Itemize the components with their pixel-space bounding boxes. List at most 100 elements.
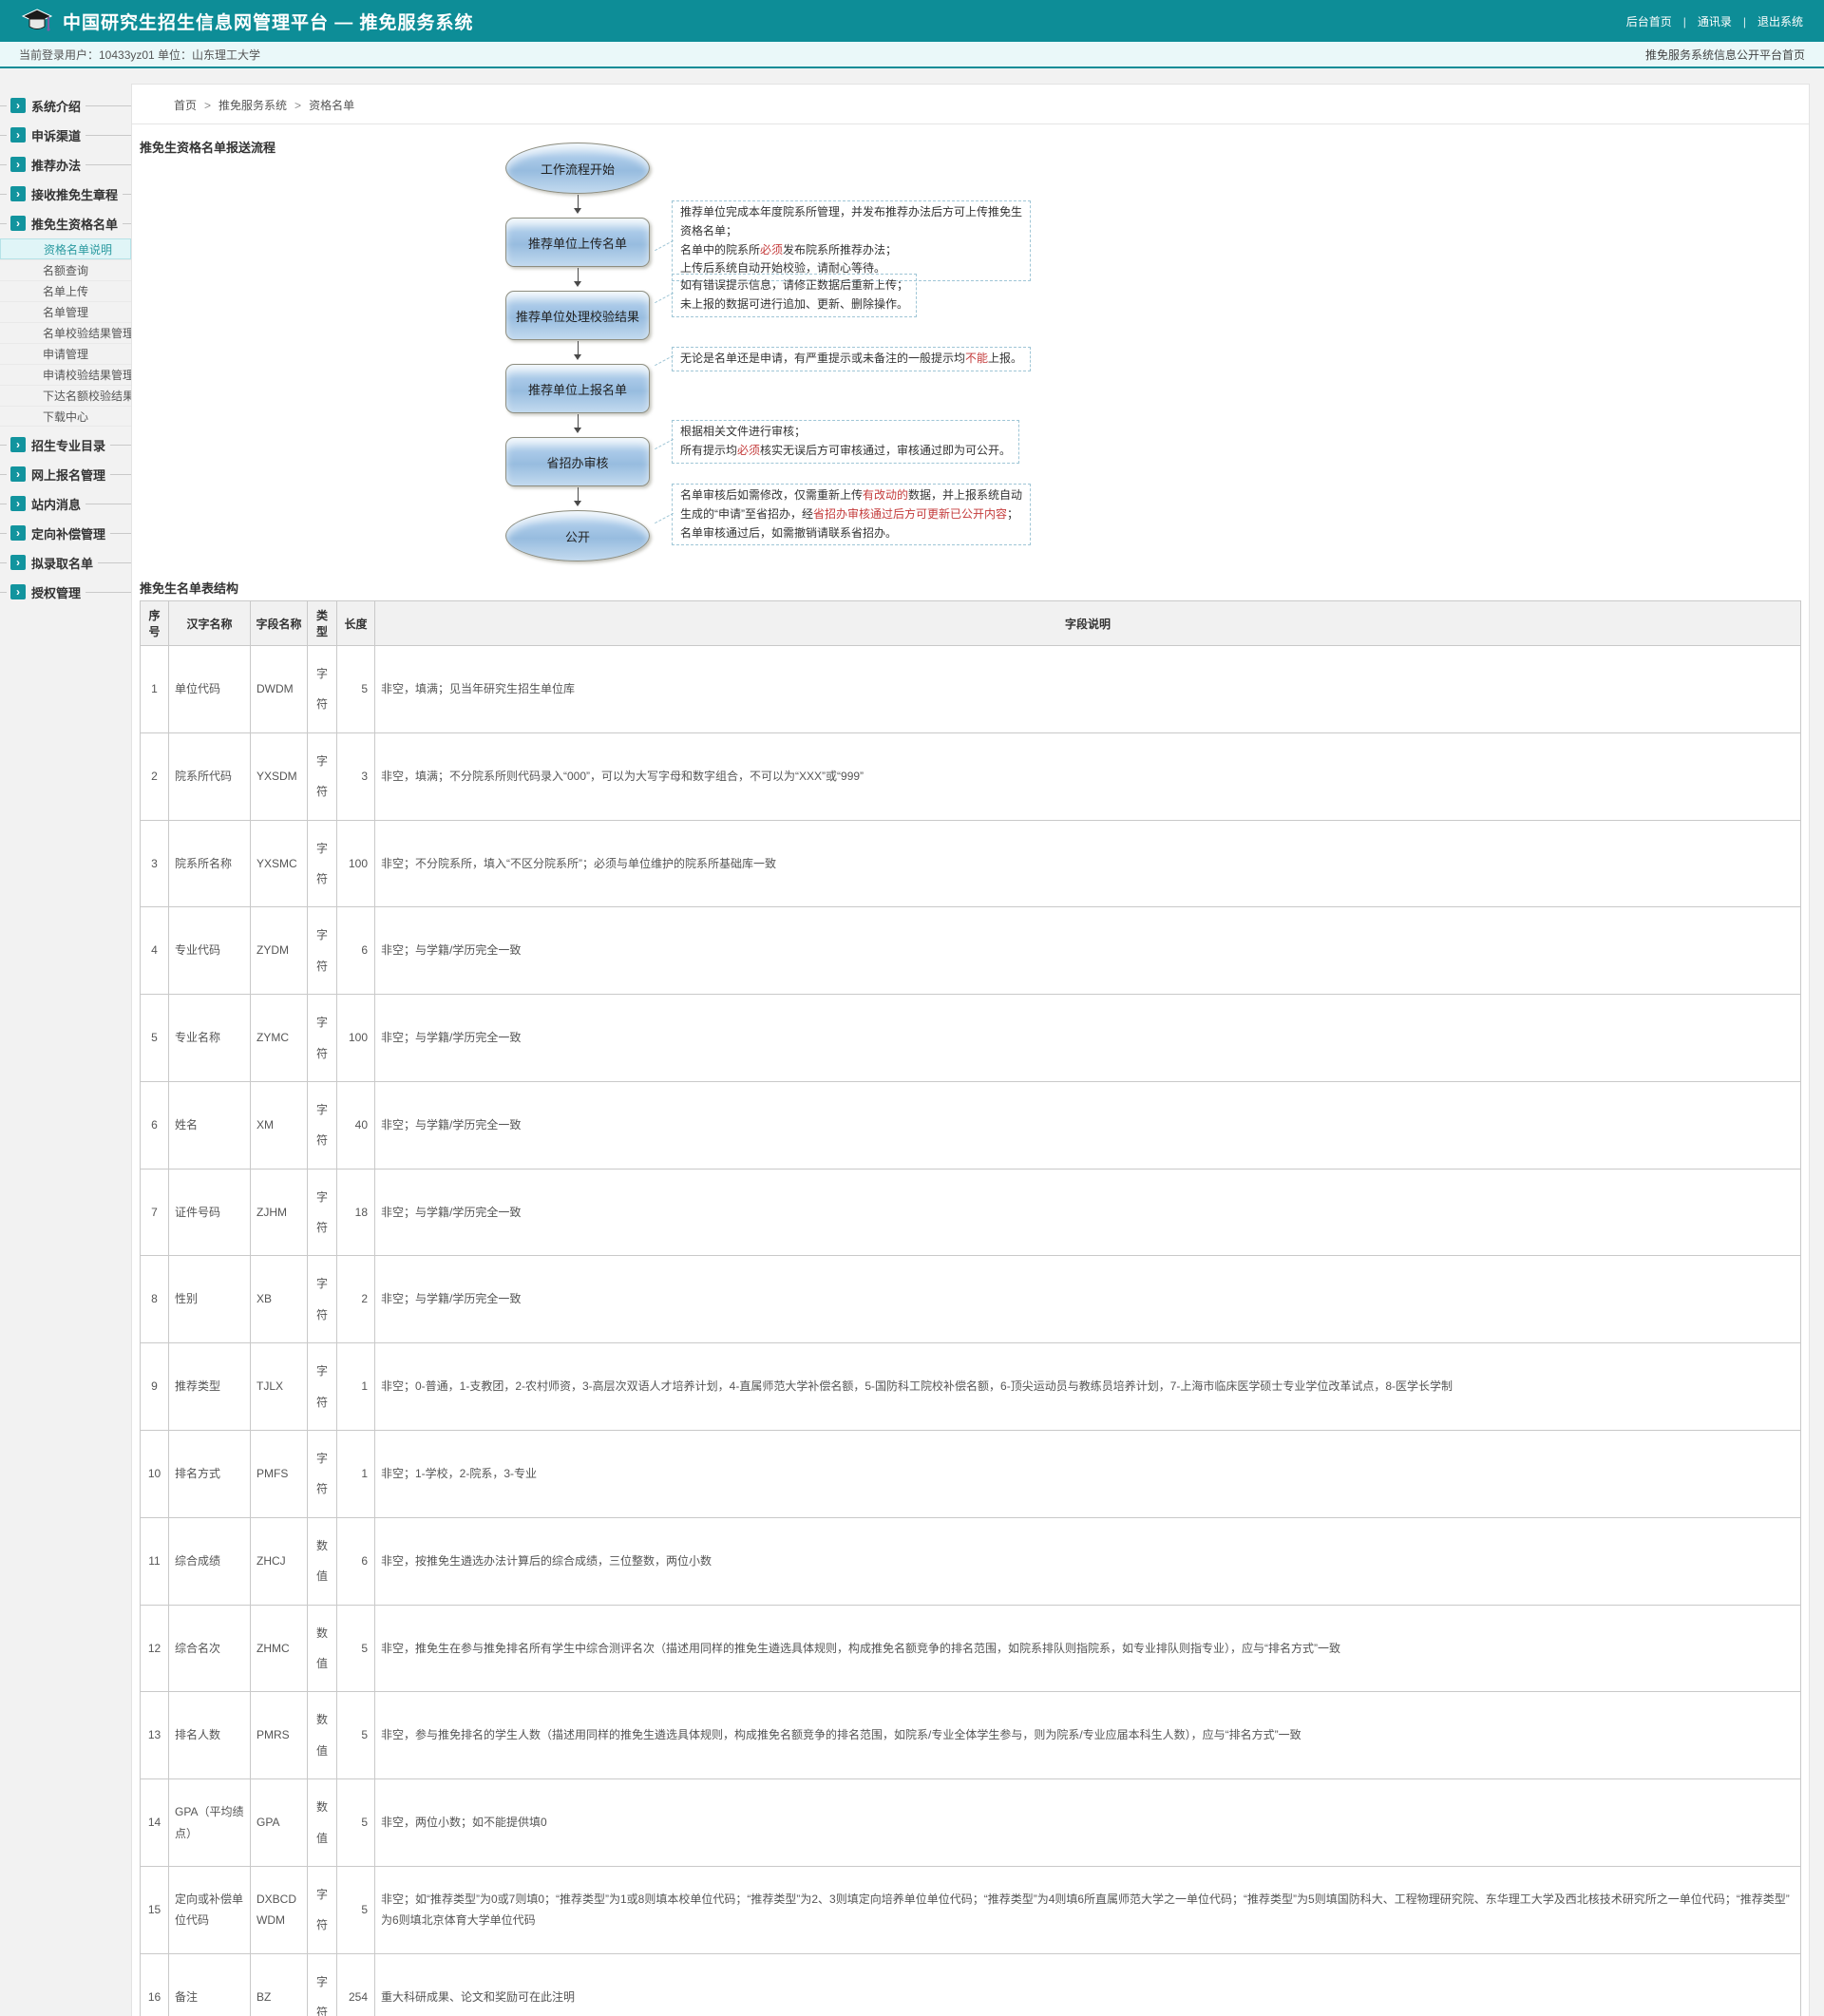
table-cell: 字符 [308,1343,337,1431]
app-title: 中国研究生招生信息网管理平台 — 推免服务系统 [63,9,474,34]
sidebar-item-7[interactable]: › 站内消息 [0,492,131,515]
chevron-right-icon: › [10,466,26,482]
content-panel: 首页推免服务系统资格名单 推免生资格名单报送流程 工作流程开始推荐单位上传名单推… [131,84,1810,2016]
table-row: 2院系所代码YXSDM字符3非空，填满；不分院系所则代码录入“000”，可以为大… [141,732,1801,820]
header-link-1[interactable]: 通讯录 [1672,13,1732,29]
sidebar-item-10[interactable]: ›授权管理 [0,580,131,603]
table-cell: 4 [141,907,169,995]
table-cell: 非空，参与推免排名的学生人数（描述用同样的推免生遴选具体规则，构成推免名额竞争的… [375,1692,1801,1779]
sub-header: 当前登录用户：10433yz01 单位：山东理工大学 推免服务系统信息公开平台首… [0,42,1824,68]
divider [86,135,131,136]
table-cell: BZ [251,1953,308,2016]
divider [0,135,7,136]
sidebar-item-0[interactable]: ›系统介绍 [0,94,131,117]
annotation-text: 如有错误提示信息，请修正数据后重新上传； 未上报的数据可进行追加、更新、删除操作… [680,278,908,311]
sidebar-submenu: 资格名单说明名额查询名单上传名单管理名单校验结果管理申请管理申请校验结果管理下达… [0,238,131,427]
table-header-row: 序号汉字名称字段名称类型长度字段说明 [141,601,1801,646]
flow-arrow-icon [505,267,650,291]
table-cell: 字符 [308,1081,337,1169]
table-row: 9推荐类型TJLX字符1非空；0-普通，1-支教团，2-农村师资，3-高层次双语… [141,1343,1801,1431]
divider [110,533,131,534]
sidebar-item-3[interactable]: ›接收推免生章程 [0,182,131,205]
table-cell: 18 [337,1169,375,1256]
graduation-cap-icon [21,8,53,34]
sidebar-subitem-4-7[interactable]: 下达名额校验结果 [0,385,131,406]
flow-step-5: 公开名单审核后如需修改，仅需重新上传有改动的数据，并上报系统自动 生成的“申请”… [505,510,650,561]
app-header: 中国研究生招生信息网管理平台 — 推免服务系统 后台首页通讯录退出系统 [0,0,1824,42]
table-cell: 2 [141,732,169,820]
table-cell: DWDM [251,646,308,733]
chevron-right-icon: › [10,584,26,599]
divider [0,533,7,534]
table-cell: PMRS [251,1692,308,1779]
flow-shape-2: 推荐单位处理校验结果 [505,291,650,340]
flow-arrow-icon [505,413,650,437]
table-cell: 2 [337,1256,375,1343]
sidebar-subitem-4-4[interactable]: 名单校验结果管理 [0,322,131,343]
table-row: 13排名人数PMRS数值5非空，参与推免排名的学生人数（描述用同样的推免生遴选具… [141,1692,1801,1779]
table-cell: 专业名称 [169,995,251,1082]
flow-annotation-4: 根据相关文件进行审核； 所有提示均必须核实无误后方可审核通过，审核通过即为可公开… [672,420,1019,464]
sidebar-subitem-4-3[interactable]: 名单管理 [0,301,131,322]
warning-text: 有改动的 [863,488,908,502]
sidebar-item-label: 站内消息 [31,495,81,513]
sidebar-item-2[interactable]: ›推荐办法 [0,153,131,176]
sidebar-subitem-4-6[interactable]: 申请校验结果管理 [0,364,131,385]
annotation-text: 名单审核后如需修改，仅需重新上传 [680,488,863,502]
sidebar-item-label: 申诉渠道 [31,126,81,144]
table-row: 1单位代码DWDM字符5非空，填满；见当年研究生招生单位库 [141,646,1801,733]
flow-shape-0: 工作流程开始 [505,143,650,194]
table-cell: 排名方式 [169,1431,251,1518]
chevron-right-icon: › [10,127,26,143]
chevron-right-icon: › [10,555,26,570]
sidebar-item-6[interactable]: ›网上报名管理 [0,463,131,485]
table-cell: ZYDM [251,907,308,995]
table-cell: 非空；1-学校，2-院系，3-专业 [375,1431,1801,1518]
table-cell: 备注 [169,1953,251,2016]
table-cell: 3 [337,732,375,820]
header-link-2[interactable]: 退出系统 [1732,13,1803,29]
chevron-right-icon: › [10,496,26,511]
sidebar-subitem-4-1[interactable]: 名额查询 [0,259,131,280]
table-cell: 14 [141,1779,169,1867]
divider [123,223,131,224]
table-row: 7证件号码ZJHM字符18非空；与学籍/学历完全一致 [141,1169,1801,1256]
table-cell: 推荐类型 [169,1343,251,1431]
divider [0,164,7,165]
breadcrumb-item-0[interactable]: 首页 [174,99,197,112]
sidebar-subitem-4-0[interactable]: 资格名单说明 [0,238,131,259]
table-cell: 非空，填满；见当年研究生招生单位库 [375,646,1801,733]
table-cell: 非空；与学籍/学历完全一致 [375,1256,1801,1343]
table-cell: 1 [337,1431,375,1518]
table-cell: 院系所名称 [169,820,251,907]
table-cell: 9 [141,1343,169,1431]
table-cell: 数值 [308,1692,337,1779]
table-cell: 非空，推免生在参与推免排名所有学生中综合测评名次（描述用同样的推免生遴选具体规则… [375,1605,1801,1692]
table-cell: 证件号码 [169,1169,251,1256]
sidebar-item-5[interactable]: ›招生专业目录 [0,433,131,456]
table-cell: 非空；如“推荐类型”为0或7则填0；“推荐类型”为1或8则填本校单位代码；“推荐… [375,1866,1801,1953]
sidebar-item-label: 推荐办法 [31,156,81,174]
breadcrumb-item-1[interactable]: 推免服务系统 [197,99,287,112]
table-cell: 非空，填满；不分院系所则代码录入“000”，可以为大写字母和数字组合，不可以为“… [375,732,1801,820]
header-link-0[interactable]: 后台首页 [1626,13,1672,29]
sidebar-item-8[interactable]: ›定向补偿管理 [0,522,131,544]
table-cell: 综合名次 [169,1605,251,1692]
field-structure-table: 序号汉字名称字段名称类型长度字段说明 1单位代码DWDM字符5非空，填满；见当年… [140,600,1801,2016]
table-cell: 数值 [308,1779,337,1867]
flow-step-3: 推荐单位上报名单无论是名单还是申请，有严重提示或未备注的一般提示均不能上报。 [505,364,650,413]
table-cell: 字符 [308,732,337,820]
sidebar-item-1[interactable]: › 申诉渠道 [0,124,131,146]
sidebar-item-4[interactable]: ›推免生资格名单 [0,212,131,235]
sidebar-subitem-4-2[interactable]: 名单上传 [0,280,131,301]
chevron-right-icon: › [10,186,26,201]
sidebar-item-9[interactable]: ›拟录取名单 [0,551,131,574]
table-cell: 字符 [308,1431,337,1518]
table-cell: GPA（平均绩点） [169,1779,251,1867]
table-cell: 单位代码 [169,646,251,733]
sidebar-subitem-4-8[interactable]: 下载中心 [0,406,131,427]
sidebar-subitem-4-5[interactable]: 申请管理 [0,343,131,364]
divider [0,474,7,475]
table-cell: 6 [337,907,375,995]
portal-home-link[interactable]: 推免服务系统信息公开平台首页 [1645,47,1805,63]
